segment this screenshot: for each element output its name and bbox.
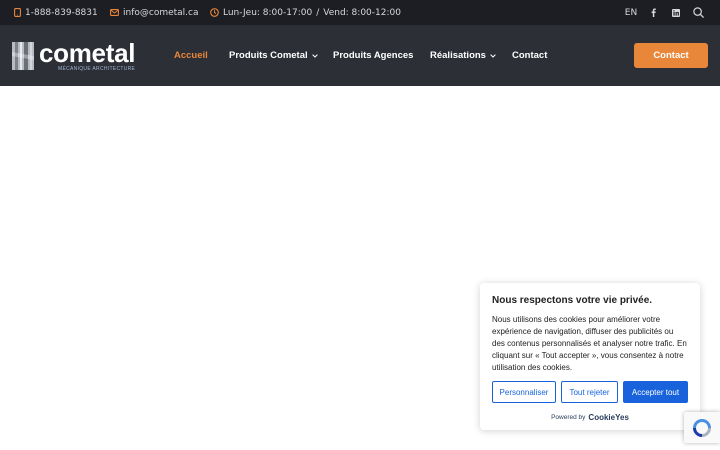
- top-bar: 1-888-839-8831 info@cometal.ca Lun-Jeu: …: [0, 0, 720, 25]
- cookieyes-logo[interactable]: CookieYes: [588, 413, 628, 422]
- logo-mark-icon: [12, 42, 34, 70]
- cookie-consent-banner: Nous respectons votre vie privée. Nous u…: [480, 283, 700, 430]
- customize-button[interactable]: Personnaliser: [492, 381, 556, 403]
- phone-number: 1-888-839-8831: [25, 7, 98, 18]
- accept-all-button[interactable]: Accepter tout: [623, 381, 688, 403]
- nav-produits-cometal[interactable]: Produits Cometal: [229, 25, 318, 86]
- chevron-down-icon: [490, 53, 496, 58]
- cookie-title: Nous respectons votre vie privée.: [492, 295, 653, 306]
- mail-icon: [110, 9, 119, 16]
- logo-tagline: MÉCANIQUE ARCHITECTURE: [58, 65, 136, 72]
- facebook-icon[interactable]: [647, 0, 659, 25]
- logo-name: cometal: [39, 37, 136, 68]
- opening-hours: Lun-Jeu: 8:00-17:00 / Vend: 8:00-12:00: [210, 0, 401, 25]
- nav-realisations-label: Réalisations: [430, 50, 486, 61]
- recaptcha-badge[interactable]: [684, 412, 720, 443]
- hours-weekdays: Lun-Jeu: 8:00-17:00: [223, 7, 313, 18]
- email-address: info@cometal.ca: [123, 7, 199, 18]
- email-link[interactable]: info@cometal.ca: [110, 0, 199, 25]
- hours-separator: /: [316, 7, 320, 18]
- recaptcha-icon: [693, 418, 711, 437]
- nav-contact[interactable]: Contact: [512, 25, 547, 86]
- contact-button[interactable]: Contact: [634, 43, 708, 68]
- site-logo[interactable]: cometal MÉCANIQUE ARCHITECTURE: [12, 39, 135, 73]
- search-icon[interactable]: [691, 0, 705, 25]
- phone-link[interactable]: 1-888-839-8831: [14, 0, 98, 25]
- linkedin-icon[interactable]: [669, 0, 682, 25]
- reject-all-button[interactable]: Tout rejeter: [561, 381, 618, 403]
- nav-realisations[interactable]: Réalisations: [430, 25, 496, 86]
- nav-produits-agences[interactable]: Produits Agences: [333, 25, 413, 86]
- clock-icon: [210, 8, 219, 17]
- language-switch[interactable]: EN: [622, 0, 640, 25]
- powered-by: Powered by CookieYes: [480, 413, 700, 422]
- cookie-description: Nous utilisons des cookies pour améliore…: [492, 315, 687, 372]
- powered-by-label: Powered by: [551, 414, 586, 421]
- nav-produits-cometal-label: Produits Cometal: [229, 50, 308, 61]
- nav-accueil[interactable]: Accueil: [174, 25, 208, 86]
- hours-friday: Vend: 8:00-12:00: [323, 7, 401, 18]
- phone-icon: [14, 8, 21, 17]
- chevron-down-icon: [311, 53, 318, 58]
